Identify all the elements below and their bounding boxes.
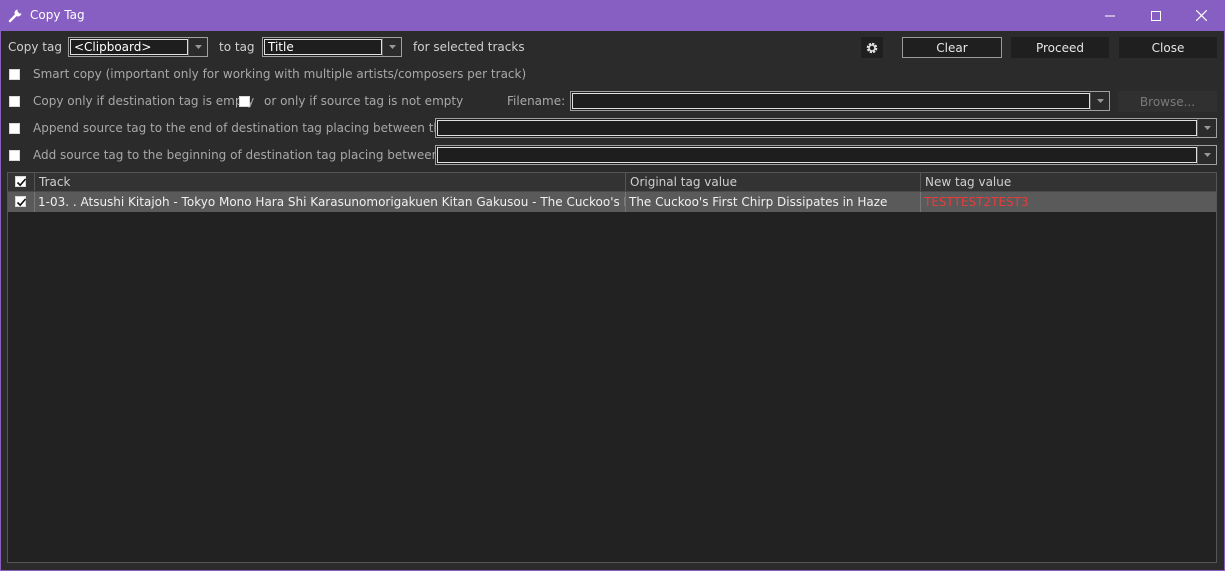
filename-label: Filename: [507, 94, 566, 108]
maximize-button[interactable] [1133, 0, 1179, 31]
select-all-checkbox[interactable] [15, 176, 27, 187]
checkmark-icon [16, 198, 27, 207]
dest-tag-value: Title [268, 40, 294, 54]
settings-button[interactable] [861, 37, 883, 58]
source-tag-value: <Clipboard> [74, 40, 152, 54]
prepend-label: Add source tag to the beginning of desti… [33, 148, 479, 162]
close-window-button[interactable] [1178, 0, 1224, 31]
header-select-all-cell[interactable] [8, 173, 35, 191]
append-separator-combo[interactable] [435, 118, 1217, 138]
row-checkbox[interactable] [15, 196, 27, 207]
chevron-down-icon[interactable] [188, 38, 207, 56]
minimize-button[interactable] [1087, 0, 1133, 31]
chevron-down-icon[interactable] [1090, 92, 1109, 110]
column-header-original[interactable]: Original tag value [626, 173, 921, 191]
prepend-checkbox[interactable] [9, 150, 20, 161]
browse-button[interactable]: Browse... [1118, 91, 1217, 112]
window-title: Copy Tag [30, 8, 85, 22]
track-cell[interactable]: 1-03. . Atsushi Kitajoh - Tokyo Mono Har… [35, 192, 626, 212]
copy-tag-label: Copy tag [8, 40, 62, 54]
grid-header: Track Original tag value New tag value [8, 173, 1216, 192]
column-header-track[interactable]: Track [35, 173, 626, 191]
column-header-new[interactable]: New tag value [921, 173, 1216, 191]
gear-icon [866, 42, 878, 53]
close-button[interactable]: Close [1119, 37, 1217, 58]
append-checkbox[interactable] [9, 123, 20, 134]
prepend-separator-combo[interactable] [435, 145, 1217, 165]
minimize-icon [1105, 15, 1115, 16]
smart-copy-checkbox[interactable] [9, 69, 20, 80]
append-label: Append source tag to the end of destinat… [33, 121, 465, 135]
filename-combo[interactable] [570, 91, 1110, 111]
chevron-down-icon[interactable] [1197, 119, 1216, 137]
only-if-source-label: or only if source tag is not empty [264, 94, 464, 108]
original-value-cell[interactable]: The Cuckoo's First Chirp Dissipates in H… [626, 192, 921, 212]
dest-tag-combo[interactable]: Title [262, 37, 402, 57]
title-bar[interactable]: Copy Tag [0, 0, 1225, 31]
checkmark-icon [16, 178, 27, 187]
copy-if-empty-label: Copy only if destination tag is empty [33, 94, 255, 108]
only-if-source-checkbox[interactable] [239, 96, 250, 107]
to-tag-label: to tag [219, 40, 255, 54]
for-selected-tracks-label: for selected tracks [413, 40, 525, 54]
row-select-cell[interactable] [8, 192, 35, 212]
chevron-down-icon[interactable] [1197, 146, 1216, 164]
tracks-grid[interactable]: Track Original tag value New tag value 1… [7, 172, 1217, 563]
copy-if-empty-checkbox[interactable] [9, 96, 20, 107]
table-row[interactable]: 1-03. . Atsushi Kitajoh - Tokyo Mono Har… [8, 192, 1216, 212]
new-value-cell[interactable]: TESTTEST2TEST3 [921, 192, 1216, 212]
smart-copy-label: Smart copy (important only for working w… [33, 67, 527, 81]
source-tag-combo[interactable]: <Clipboard> [68, 37, 208, 57]
maximize-icon [1151, 10, 1161, 21]
close-icon [1195, 10, 1207, 21]
chevron-down-icon[interactable] [382, 38, 401, 56]
proceed-button[interactable]: Proceed [1011, 37, 1109, 58]
wrench-icon [8, 7, 24, 23]
clear-button[interactable]: Clear [902, 37, 1002, 58]
